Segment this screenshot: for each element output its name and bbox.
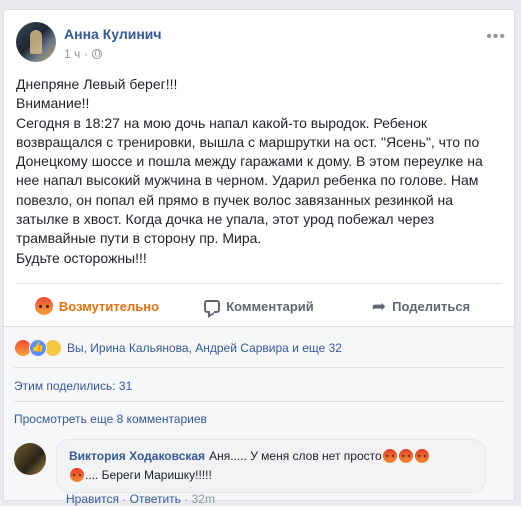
post-header: Анна Кулинич 1 ч · ••• bbox=[16, 22, 506, 66]
post-line: Внимание!! bbox=[16, 95, 90, 112]
shares-count[interactable]: Этим поделились: 31 bbox=[14, 379, 132, 393]
comment-bubble: Виктория Ходаковская Аня..... У меня слов… bbox=[56, 439, 486, 493]
footer-divider bbox=[14, 367, 504, 368]
author-name[interactable]: Анна Кулинич bbox=[64, 26, 162, 42]
comment-label: Комментарий bbox=[226, 298, 314, 314]
angry-emoji-icon bbox=[70, 468, 84, 482]
like-reaction-icon: 👍 bbox=[29, 339, 47, 357]
commenter-avatar[interactable] bbox=[14, 443, 46, 475]
post-line: Будьте осторожны!!! bbox=[16, 249, 147, 266]
reactions-summary[interactable]: 👍 Вы, Ирина Кальянова, Андрей Сарвира и … bbox=[14, 339, 342, 357]
globe-icon[interactable] bbox=[92, 49, 103, 59]
angry-icon bbox=[34, 297, 53, 315]
react-button[interactable]: Возмутительно bbox=[16, 297, 178, 315]
react-label: Возмутительно bbox=[58, 298, 160, 314]
post-line: Сегодня в 18:27 на мою дочь напал какой-… bbox=[16, 114, 483, 247]
comment-icon bbox=[204, 299, 221, 313]
comment-text: Аня..... У меня слов нет просто bbox=[209, 449, 382, 463]
actions-divider bbox=[16, 283, 502, 284]
angry-emoji-icon bbox=[398, 449, 413, 463]
comment-meta: Нравится · Ответить · 32m bbox=[66, 492, 215, 506]
reactions-names[interactable]: Вы, Ирина Кальянова, Андрей Сарвира и ещ… bbox=[67, 341, 342, 355]
separator-dot: · bbox=[122, 492, 127, 506]
share-icon: ➦ bbox=[371, 296, 387, 316]
post-line: Днепряне Левый берег!!! bbox=[16, 76, 178, 92]
action-bar: Возмутительно Комментарий ➦ Поделиться bbox=[16, 286, 502, 326]
footer-divider bbox=[14, 401, 504, 402]
post-footer: 👍 Вы, Ирина Кальянова, Андрей Сарвира и … bbox=[4, 326, 514, 506]
comment-text-2: .... Береги Маришку!!!!! bbox=[85, 468, 212, 482]
author-avatar[interactable] bbox=[16, 22, 56, 62]
post-meta: 1 ч · bbox=[64, 47, 103, 61]
share-label: Поделиться bbox=[392, 298, 471, 314]
commenter-name[interactable]: Виктория Ходаковская bbox=[69, 449, 205, 463]
post-card: Анна Кулинич 1 ч · ••• Днепряне Левый бе… bbox=[3, 9, 515, 506]
angry-emoji-icon bbox=[382, 449, 397, 463]
post-text: Днепряне Левый берег!!! Внимание!! Сегод… bbox=[16, 75, 502, 268]
separator-dot: · bbox=[84, 47, 89, 61]
comment-button[interactable]: Комментарий bbox=[178, 299, 340, 314]
more-icon[interactable]: ••• bbox=[486, 28, 506, 46]
view-more-comments[interactable]: Просмотреть еще 8 комментариев bbox=[14, 412, 207, 426]
post-time[interactable]: 1 ч bbox=[64, 47, 80, 61]
comment-time[interactable]: 32m bbox=[192, 492, 215, 506]
separator-dot: · bbox=[184, 492, 189, 506]
angry-emoji-icon bbox=[414, 449, 429, 463]
comment-reply-link[interactable]: Ответить bbox=[130, 492, 181, 506]
comment-like-link[interactable]: Нравится bbox=[66, 492, 119, 506]
share-button[interactable]: ➦ Поделиться bbox=[340, 298, 502, 315]
